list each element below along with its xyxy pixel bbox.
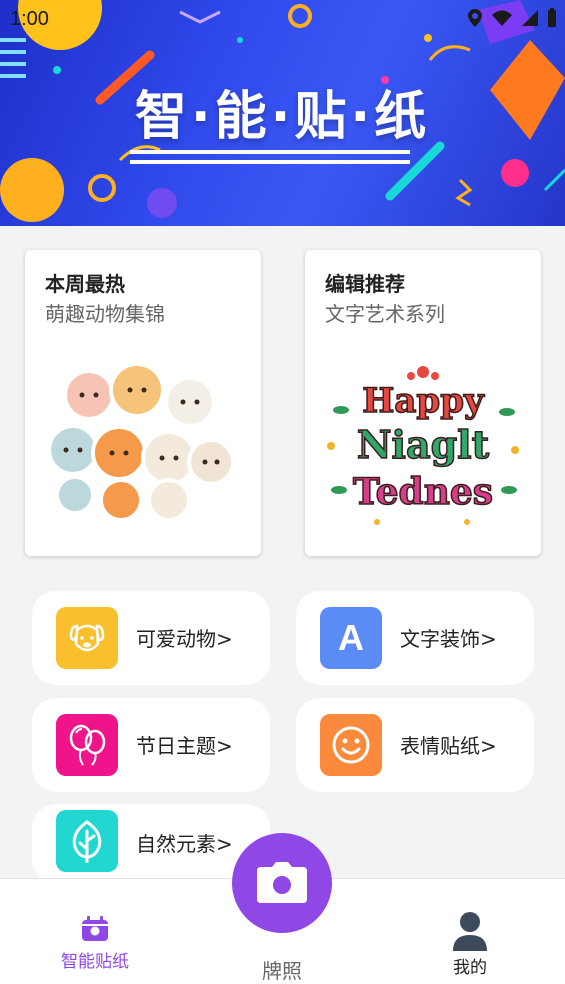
category-label: 文字装饰>: [400, 627, 497, 651]
category-cute-animals[interactable]: 可爱动物>: [32, 591, 270, 685]
sticker-home-icon: [82, 916, 108, 941]
nav-label-camera: 牌照: [262, 959, 302, 983]
text-art-image: Happy Niaglt Tednes: [327, 366, 519, 525]
category-text-decoration[interactable]: A 文字装饰>: [296, 591, 534, 685]
cute-animals-image: [47, 362, 235, 522]
category-label: 节日主题>: [136, 734, 233, 758]
battery-icon: [548, 8, 556, 27]
category-emoji[interactable]: 表情贴纸>: [296, 698, 534, 792]
nav-label-home: 智能贴纸: [61, 952, 129, 972]
camera-button[interactable]: [232, 833, 332, 933]
balloon-icon: [69, 724, 106, 766]
art-line-2: Niaglt: [357, 422, 490, 467]
category-icon-bg: A: [320, 607, 382, 669]
card-title: 本周最热: [45, 272, 125, 296]
nav-item-profile[interactable]: 我的: [430, 911, 510, 978]
nav-item-camera[interactable]: 牌照: [242, 955, 322, 984]
art-line-3: Tednes: [353, 471, 493, 513]
camera-icon: [257, 862, 307, 903]
category-icon-bg: [56, 714, 118, 776]
person-icon: [453, 912, 487, 951]
card-subtitle: 文字艺术系列: [325, 302, 445, 326]
banner-title: 智·能·贴·纸: [134, 87, 431, 147]
category-label: 表情贴纸>: [400, 734, 497, 758]
wifi-icon: [492, 10, 512, 26]
category-icon-bg: [56, 607, 118, 669]
category-label: 自然元素>: [136, 832, 233, 856]
dog-icon: [69, 624, 105, 652]
card-subtitle: 萌趣动物集锦: [45, 302, 165, 326]
leaf-icon: [72, 820, 102, 863]
status-time: 1:00: [10, 8, 49, 30]
category-icon-bg: [320, 714, 382, 776]
featured-card-editor[interactable]: 编辑推荐 文字艺术系列 Happy Niaglt Tednes: [305, 250, 541, 556]
category-holiday[interactable]: 节日主题>: [32, 698, 270, 792]
featured-card-hot[interactable]: 本周最热 萌趣动物集锦: [25, 250, 261, 556]
nav-item-home[interactable]: 智能贴纸: [55, 915, 135, 972]
banner-underline: [130, 150, 410, 170]
smiley-icon: [332, 726, 370, 764]
category-label: 可爱动物>: [136, 627, 233, 651]
signal-icon: [522, 10, 538, 26]
nav-label-profile: 我的: [453, 958, 487, 978]
card-title: 编辑推荐: [325, 272, 405, 296]
art-line-1: Happy: [362, 381, 485, 421]
category-icon-bg: [56, 810, 118, 872]
status-bar: 1:00: [0, 0, 565, 36]
location-icon: [468, 9, 482, 27]
letter-a-icon: A: [338, 617, 364, 658]
